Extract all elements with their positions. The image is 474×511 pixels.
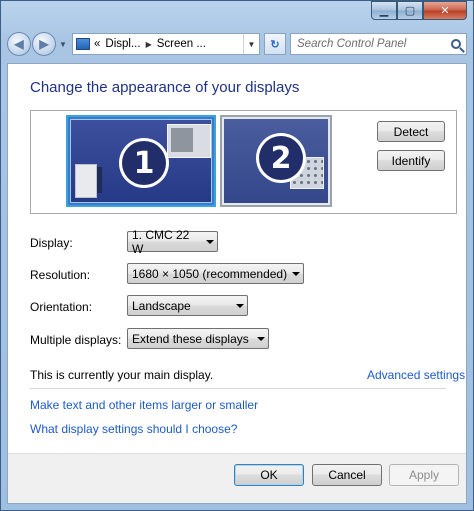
identify-button[interactable]: Identify: [377, 150, 445, 171]
search-input[interactable]: [297, 38, 437, 50]
monitor-number: 1: [122, 141, 166, 185]
breadcrumb-screen-resolution[interactable]: Screen ...: [157, 38, 206, 50]
address-bar[interactable]: « Displ... ▶ Screen ... ▼: [72, 33, 260, 55]
ok-button[interactable]: OK: [234, 464, 304, 486]
minimize-button[interactable]: ▁: [371, 1, 397, 20]
resolution-select-value: 1680 × 1050 (recommended): [132, 266, 288, 281]
orientation-select-value: Landscape: [132, 298, 191, 313]
resolution-select[interactable]: 1680 × 1050 (recommended): [127, 263, 304, 284]
address-dropdown-button[interactable]: ▼: [243, 34, 259, 54]
divider: [30, 388, 446, 389]
maximize-button[interactable]: ▢: [397, 1, 423, 20]
navigation-bar: ◀ ▶ ▼ « Displ... ▶ Screen ... ▼ ↻: [7, 29, 467, 59]
cancel-button[interactable]: Cancel: [312, 464, 382, 486]
orientation-select[interactable]: Landscape: [127, 295, 248, 316]
advanced-settings-link[interactable]: Advanced settings: [367, 368, 465, 382]
breadcrumb-overflow[interactable]: «: [94, 38, 100, 50]
display-settings-window: ▁ ▢ ✕ ◀ ▶ ▼ « Displ... ▶ Screen ... ▼ ↻ …: [0, 0, 474, 511]
dialog-footer: OK Cancel Apply: [8, 453, 466, 503]
monitor-1[interactable]: 1: [66, 115, 216, 207]
control-panel-icon: [76, 38, 90, 50]
chevron-down-icon: [203, 240, 217, 244]
monitor-1-screen: 1: [70, 119, 212, 203]
monitor-2[interactable]: 2: [220, 115, 332, 207]
search-box[interactable]: [290, 33, 467, 55]
window-thumbnail-icon: [167, 124, 211, 158]
monitor-number: 2: [259, 136, 303, 180]
close-button[interactable]: ✕: [423, 1, 467, 20]
back-button[interactable]: ◀: [7, 32, 31, 56]
resolution-label: Resolution:: [30, 268, 91, 282]
content-pane: Change the appearance of your displays 1…: [7, 63, 467, 504]
orientation-label: Orientation:: [30, 300, 93, 314]
apply-button[interactable]: Apply: [389, 464, 459, 486]
monitor-number-badge: 2: [256, 133, 306, 183]
chevron-down-icon: [233, 304, 247, 308]
multiple-displays-select[interactable]: Extend these displays: [127, 328, 269, 349]
main-display-note: This is currently your main display.: [30, 368, 214, 382]
chevron-down-icon: [289, 272, 303, 276]
caption-buttons: ▁ ▢ ✕: [371, 1, 467, 20]
forward-button[interactable]: ▶: [32, 32, 56, 56]
multiple-displays-label: Multiple displays:: [30, 333, 122, 347]
display-select[interactable]: 1. CMC 22 W: [127, 228, 218, 256]
detect-button[interactable]: Detect: [377, 121, 445, 142]
recent-pages-button[interactable]: ▼: [58, 40, 68, 49]
chevron-down-icon: [254, 337, 268, 341]
breadcrumb-separator-icon[interactable]: ▶: [146, 40, 152, 49]
refresh-button[interactable]: ↻: [264, 33, 286, 55]
search-icon[interactable]: [451, 39, 461, 49]
start-menu-thumbnail-icon: [75, 164, 102, 198]
page-title: Change the appearance of your displays: [30, 79, 300, 96]
text-size-link[interactable]: Make text and other items larger or smal…: [30, 398, 258, 412]
display-help-link[interactable]: What display settings should I choose?: [30, 422, 237, 436]
display-select-value: 1. CMC 22 W: [132, 227, 190, 256]
multiple-displays-select-value: Extend these displays: [132, 331, 249, 346]
display-label: Display:: [30, 236, 73, 250]
monitor-number-badge: 1: [119, 138, 169, 188]
breadcrumb-display[interactable]: Displ...: [105, 38, 140, 50]
monitor-2-screen: 2: [224, 119, 328, 203]
